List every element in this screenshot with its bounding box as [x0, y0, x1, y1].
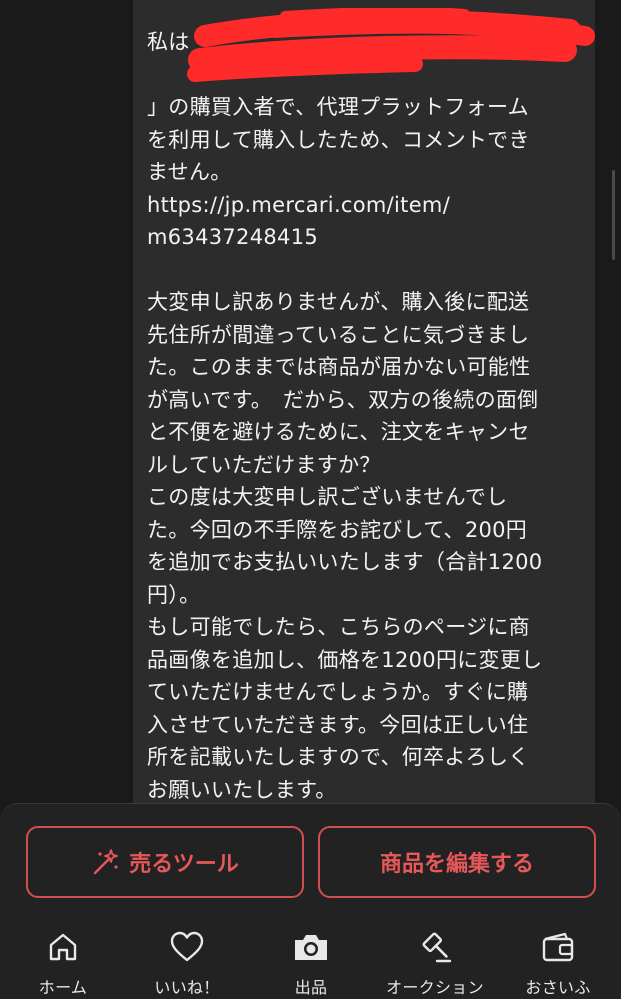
- nav-item-wallet[interactable]: おさいふ: [496, 924, 620, 999]
- message-line: この度は大変申し訳ございませんでし: [147, 485, 508, 509]
- edit-item-label: 商品を編集する: [379, 852, 534, 877]
- message-line: もし可能でしたら、こちらのページに商: [147, 615, 530, 639]
- home-icon: [44, 928, 82, 966]
- nav-item-likes[interactable]: いいね！: [125, 924, 249, 999]
- screen: 私は「 」の購買入者で、代理プラットフォーム を利用して購入したため、コメントで…: [0, 0, 621, 999]
- wallet-icon: [539, 928, 577, 966]
- nav-label-home: ホーム: [38, 978, 88, 997]
- message-line: ルしていただけますか？: [147, 452, 381, 477]
- nav-label-sell: 出品: [294, 978, 328, 997]
- message-bubble: 私は「 」の購買入者で、代理プラットフォーム を利用して購入したため、コメントで…: [133, 0, 595, 820]
- message-line: お願いいたします。: [147, 777, 337, 802]
- camera-icon: [292, 928, 330, 966]
- scrollbar-thumb[interactable]: [612, 170, 615, 260]
- message-line: た。このままでは商品が届かない可能性: [147, 355, 531, 379]
- nav-label-auction: オークション: [386, 978, 484, 997]
- nav-label-wallet: おさいふ: [525, 978, 591, 997]
- gavel-icon: [416, 928, 454, 966]
- message-line: 円）。: [147, 582, 201, 607]
- nav-label-likes: いいね！: [154, 978, 220, 997]
- message-line: [147, 59, 581, 92]
- bottom-nav: ホーム いいね！ 出品 オークション おさいふ: [0, 924, 621, 999]
- message-line: た。今回の不手際をお詫びして、200円: [147, 517, 528, 542]
- message-line: ていただけませんでしょうか。すぐに購: [147, 680, 529, 704]
- sell-tool-button[interactable]: 売るツール: [26, 826, 304, 898]
- message-line: ません。: [147, 160, 232, 184]
- message-line: [147, 254, 581, 287]
- magic-wand-icon: [94, 849, 119, 875]
- nav-item-sell[interactable]: 出品: [249, 924, 373, 999]
- nav-item-auction[interactable]: オークション: [373, 924, 497, 999]
- message-line: 先住所が間違っていることに気づきまし: [147, 322, 530, 347]
- message-line: と不便を避けるために、注文をキャンセ: [147, 420, 530, 444]
- nav-item-home[interactable]: ホーム: [1, 924, 125, 999]
- message-line: 所を記載いたしますので、何卒よろしく: [147, 745, 530, 769]
- message-link[interactable]: m63437248415: [147, 221, 581, 254]
- sell-tool-label: 売るツール: [129, 852, 239, 877]
- message-line: 」の購買入者で、代理プラットフォーム: [147, 95, 529, 119]
- heart-icon: [168, 928, 206, 966]
- message-line: 私は「: [147, 30, 211, 54]
- message-line: を利用して購入したため、コメントでき: [147, 127, 530, 152]
- bottom-panel: 売るツール 商品を編集する ホーム いいね！ 出品 オークション おさいふ: [0, 803, 621, 999]
- message-line: を追加でお支払いいたします（合計1200: [147, 550, 543, 574]
- message-line: 品画像を追加し、価格を1200円に変更し: [147, 647, 543, 672]
- message-line: 大変申し訳ありませんが、購入後に配送: [147, 290, 530, 314]
- message-line: が高いです。 だから、双方の後続の面倒: [147, 387, 539, 412]
- edit-item-button[interactable]: 商品を編集する: [318, 826, 596, 898]
- message-link[interactable]: https://jp.mercari.com/item/: [147, 189, 581, 222]
- message-line: 入させていただきます。今回は正しい住: [147, 712, 529, 737]
